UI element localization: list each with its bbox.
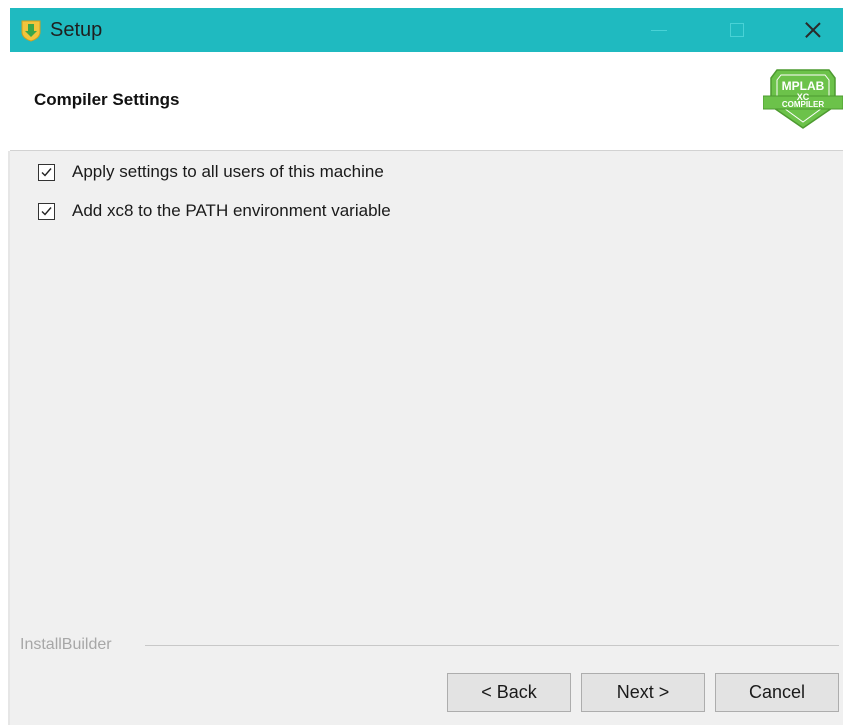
add-path-label[interactable]: Add xc8 to the PATH environment variable bbox=[72, 201, 391, 221]
window-title: Setup bbox=[50, 19, 103, 41]
installer-shield-icon bbox=[21, 20, 41, 42]
option-all-users[interactable]: Apply settings to all users of this mach… bbox=[38, 160, 384, 184]
checkmark-icon bbox=[41, 206, 52, 216]
mplab-xc-compiler-logo: MPLAB XC COMPILER bbox=[762, 66, 844, 132]
logo-text-compiler: COMPILER bbox=[782, 100, 824, 109]
add-path-checkbox[interactable] bbox=[38, 202, 55, 220]
close-button[interactable] bbox=[782, 8, 844, 52]
setup-window: Setup Compiler Settings MPLAB XC COMPILE… bbox=[0, 0, 845, 725]
checkmark-icon bbox=[41, 167, 52, 177]
cancel-button[interactable]: Cancel bbox=[715, 673, 839, 712]
next-button[interactable]: Next > bbox=[581, 673, 705, 712]
option-add-path[interactable]: Add xc8 to the PATH environment variable bbox=[38, 199, 391, 223]
title-bar[interactable]: Setup bbox=[10, 8, 843, 52]
minimize-button[interactable] bbox=[628, 8, 690, 52]
all-users-checkbox[interactable] bbox=[38, 163, 55, 181]
logo-text-mplab: MPLAB bbox=[782, 79, 825, 93]
back-button[interactable]: < Back bbox=[447, 673, 571, 712]
close-icon bbox=[805, 22, 821, 38]
maximize-button[interactable] bbox=[706, 8, 768, 52]
wizard-content: Apply settings to all users of this mach… bbox=[10, 151, 843, 725]
footer-divider bbox=[145, 645, 839, 646]
minimize-icon bbox=[651, 29, 667, 31]
page-title: Compiler Settings bbox=[34, 90, 180, 109]
wizard-header: Compiler Settings MPLAB XC COMPILER bbox=[10, 52, 844, 151]
maximize-icon bbox=[730, 23, 744, 37]
all-users-label[interactable]: Apply settings to all users of this mach… bbox=[72, 162, 384, 182]
installbuilder-brand: InstallBuilder bbox=[20, 636, 120, 654]
